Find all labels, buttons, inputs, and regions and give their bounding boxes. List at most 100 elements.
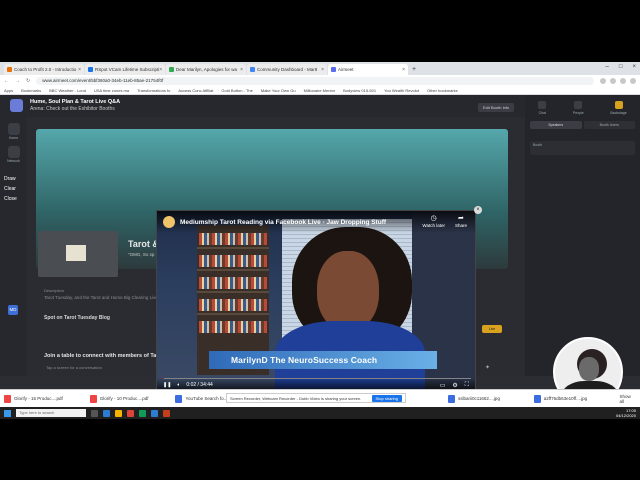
extension-icon[interactable] xyxy=(610,77,616,84)
captions-icon[interactable]: ▭ xyxy=(440,382,446,389)
bookmark-item[interactable]: Gold Button - The xyxy=(221,88,253,93)
tab-favicon xyxy=(7,67,12,72)
clock-date: 04/12/2020 xyxy=(615,413,636,418)
bookmark-item[interactable]: Apps xyxy=(4,88,13,93)
close-icon[interactable]: × xyxy=(78,67,81,73)
address-bar: ← → ↻ www.airmeet.com/event/5bf360a0-34e… xyxy=(0,75,640,86)
tab-label: Chat xyxy=(538,111,546,115)
image-icon xyxy=(533,394,541,403)
draw-tool[interactable]: Draw xyxy=(4,176,16,182)
bookmark-item[interactable]: You Wealth Revolut xyxy=(384,88,419,93)
bookmark-item[interactable]: BBC Weather - Lond xyxy=(49,88,86,93)
booth-logo-card xyxy=(38,231,118,277)
bookmark-item[interactable]: Access Conc Affiliat xyxy=(178,88,213,93)
browser-tab[interactable]: RSpot VCam Lifetime Subscripti × xyxy=(85,64,165,75)
event-logo xyxy=(10,99,23,112)
start-icon[interactable] xyxy=(4,409,11,417)
minimize-icon[interactable]: – xyxy=(606,64,609,70)
tab-chat[interactable]: Chat xyxy=(538,101,547,115)
segment-speakers[interactable]: Speakers xyxy=(530,121,582,129)
bookmark-item[interactable]: Bodyview 015-501 xyxy=(343,88,376,93)
tab-label: Dear Marilyn, Apologies for wa xyxy=(176,67,238,72)
event-header: Hume, Soul Plan & Tarot Live Q&A Arena: … xyxy=(0,95,525,117)
reload-icon[interactable]: ↻ xyxy=(26,78,30,84)
browser-tab[interactable]: Coach to Profit 2.0 - Introductio × xyxy=(4,64,84,75)
twitter-icon[interactable]: ✦ xyxy=(485,364,490,371)
stop-sharing-button[interactable]: Stop sharing xyxy=(371,394,402,402)
image-icon xyxy=(448,394,455,403)
download-item[interactable]: Glorify - 15 Produc....pdf xyxy=(4,394,84,403)
shelf-board xyxy=(197,313,269,315)
folder-icon[interactable] xyxy=(115,409,122,417)
share-button[interactable]: ➦ Share xyxy=(455,215,467,228)
browser-tab[interactable]: Dear Marilyn, Apologies for wa × xyxy=(166,64,246,75)
app-icon[interactable] xyxy=(139,409,146,417)
network-icon[interactable] xyxy=(7,146,20,158)
booth-title: Tarot & xyxy=(128,239,159,249)
clock-icon: ◷ xyxy=(430,215,437,222)
show-all-downloads[interactable]: Show all xyxy=(619,394,636,404)
bookmark-item[interactable]: Make Your Own Gu xyxy=(261,88,296,93)
blog-link-button[interactable]: Spot on Tarot Tuesday Blog xyxy=(44,315,110,321)
close-video-icon[interactable]: × xyxy=(474,206,482,214)
forward-icon[interactable]: → xyxy=(15,78,20,84)
download-item[interactable]: a2ff76db63e10ff....jpg xyxy=(533,394,614,403)
browser-tab-active[interactable]: Airmeet × xyxy=(328,64,408,75)
word-icon[interactable] xyxy=(151,409,158,417)
profile-icon[interactable] xyxy=(630,77,636,84)
back-icon[interactable]: ← xyxy=(4,78,9,84)
shelf-board xyxy=(197,269,269,271)
video-title[interactable]: Mediumship Tarot Reading via Facebook Li… xyxy=(180,219,386,226)
volume-icon[interactable]: 🔈︎ xyxy=(177,382,180,388)
window-controls: – □ × xyxy=(606,64,636,70)
clear-tool[interactable]: Clear xyxy=(4,186,16,192)
browser-tab-bar: Coach to Profit 2.0 - Introductio × RSpot… xyxy=(0,62,640,75)
settings-icon[interactable]: ⚙ xyxy=(452,382,457,389)
powerpoint-icon[interactable] xyxy=(163,409,170,417)
taskbar-clock[interactable]: 17:05 04/12/2020 xyxy=(616,408,636,418)
windows-taskbar: Type here to search 17:05 04/12/2020 xyxy=(0,407,640,419)
channel-avatar[interactable] xyxy=(163,216,175,228)
tab-favicon xyxy=(250,67,255,72)
bookmark-item[interactable]: Millionaire Mentor xyxy=(304,88,336,93)
tab-label: Community Dashboard - Mar8 xyxy=(257,67,318,72)
download-item[interactable]: Glorify - 10 Produc....pdf xyxy=(89,394,170,403)
booth-user-card[interactable]: Booth xyxy=(530,141,635,155)
close-icon[interactable]: × xyxy=(321,67,324,73)
task-view-icon[interactable] xyxy=(91,409,98,417)
extension-icon[interactable] xyxy=(600,77,606,84)
bookmark-item[interactable]: USA time zones ma xyxy=(94,88,129,93)
video-player[interactable]: MarilynD The NeuroSuccess Coach Mediumsh… xyxy=(156,210,476,393)
chrome-icon[interactable] xyxy=(127,409,134,417)
status-badge: Live xyxy=(482,325,502,333)
bookmark-item[interactable]: Transformations fo xyxy=(137,88,170,93)
close-tool[interactable]: Close xyxy=(4,196,17,202)
close-window-icon[interactable]: × xyxy=(632,64,636,70)
share-banner-text: Screen Recorder, Webcam Recorder - Dubb … xyxy=(230,395,362,401)
watch-later-button[interactable]: ◷ Watch later xyxy=(422,215,445,228)
url-field[interactable]: www.airmeet.com/event/5bf360a0-34eb-11eb… xyxy=(36,76,594,85)
edge-icon[interactable] xyxy=(103,409,110,417)
edit-booth-button[interactable]: Edit Booth Info xyxy=(478,103,515,112)
pause-icon[interactable]: ❚❚ xyxy=(163,382,171,388)
close-icon[interactable]: × xyxy=(240,67,243,73)
bookmark-item[interactable]: Bookmarks xyxy=(21,88,41,93)
right-panel: Chat People Backstage Speakers Booth Use… xyxy=(525,95,640,376)
tab-people[interactable]: People xyxy=(573,101,584,115)
extension-icon[interactable] xyxy=(620,77,626,84)
download-item[interactable]: sslbarii0c11662....jpg xyxy=(448,394,528,403)
fullscreen-icon[interactable]: ⛶ xyxy=(465,382,469,389)
browser-tab[interactable]: Community Dashboard - Mar8 × xyxy=(247,64,327,75)
tab-backstage[interactable]: Backstage xyxy=(610,101,627,115)
books-row xyxy=(199,299,267,311)
close-icon[interactable]: × xyxy=(159,67,162,73)
close-icon[interactable]: × xyxy=(402,67,405,73)
taskbar-search[interactable]: Type here to search xyxy=(16,409,86,417)
home-icon[interactable] xyxy=(7,123,20,135)
segment-booth-users[interactable]: Booth Users xyxy=(583,121,635,129)
bookmark-item[interactable]: Other bookmarks xyxy=(427,88,458,93)
new-tab-button[interactable]: + xyxy=(412,66,416,73)
avatar[interactable]: MD xyxy=(8,305,18,315)
tab-label: Airmeet xyxy=(338,67,354,72)
maximize-icon[interactable]: □ xyxy=(619,64,623,70)
